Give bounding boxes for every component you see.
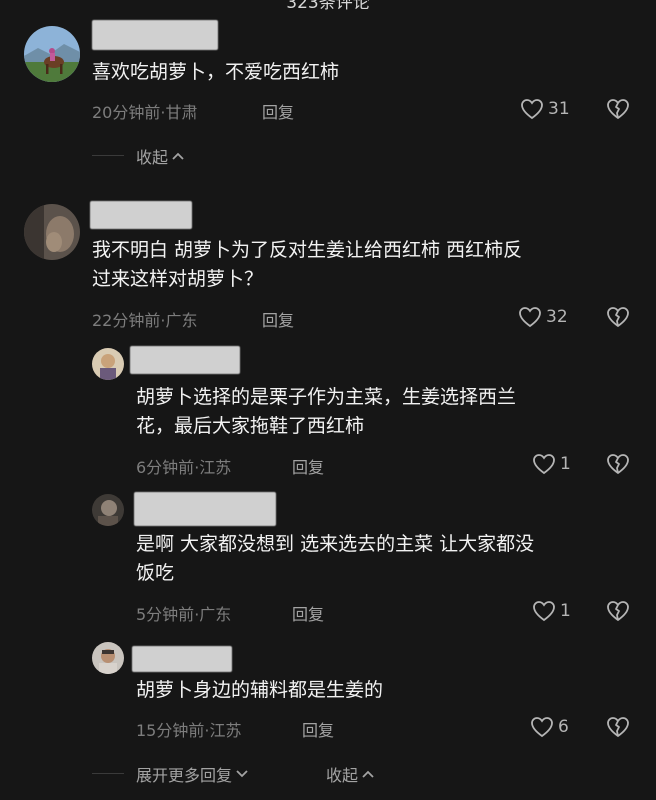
reply-button[interactable]: 回复 [302,717,334,741]
expand-more-label: 展开更多回复 [136,766,233,785]
broken-heart-icon [606,716,630,738]
avatar[interactable] [92,642,124,674]
dislike-button[interactable] [606,600,630,622]
like-button[interactable]: 31 [520,98,570,120]
dislike-button[interactable] [606,716,630,738]
collapse-label: 收起 [326,766,359,785]
comment-text-line: 花，最后大家拖鞋了西红柿 [136,415,365,437]
like-button[interactable]: 32 [518,306,568,328]
heart-outline-icon [532,600,556,622]
comment-text-line: 是啊 大家都没想到 选来选去的主菜 让大家都没 [136,533,535,555]
broken-heart-icon [606,306,630,328]
expand-more-replies-button[interactable]: 展开更多回复 [136,762,249,786]
like-count: 32 [546,307,568,327]
reply-button[interactable]: 回复 [262,99,294,123]
comment-time: 22分钟前 [92,311,161,330]
dislike-button[interactable] [606,453,630,475]
comment-location: 江苏 [209,721,242,740]
reply-button[interactable]: 回复 [292,454,324,478]
broken-heart-icon [606,453,630,475]
chevron-up-icon [361,769,375,779]
comment-location: 广东 [165,311,198,330]
comment-meta: 15分钟前·江苏 [136,717,241,741]
collapse-label: 收起 [136,148,169,167]
like-count: 31 [548,99,570,119]
avatar[interactable] [92,348,124,380]
comment-time: 20分钟前 [92,103,161,122]
broken-heart-icon [606,98,630,120]
comment-meta: 20分钟前·甘肃 [92,99,197,123]
comment-text: 胡萝卜身边的辅料都是生姜的 [136,676,383,705]
comment-text-line: 胡萝卜选择的是栗子作为主菜，生姜选择西兰 [136,386,517,408]
chevron-down-icon [235,769,249,779]
comments-count-title: 323条评论 [286,0,370,13]
broken-heart-icon [606,600,630,622]
username-redacted[interactable] [92,20,218,50]
collapse-divider [92,155,124,156]
comment-time: 6分钟前 [136,458,195,477]
comment-location: 广东 [199,605,232,624]
comment-time: 15分钟前 [136,721,205,740]
comment-location: 江苏 [199,458,232,477]
comment-text: 是啊 大家都没想到 选来选去的主菜 让大家都没 饭吃 [136,530,534,588]
reply-button[interactable]: 回复 [292,601,324,625]
like-button[interactable]: 1 [532,600,571,622]
username-redacted[interactable] [130,346,240,374]
like-count: 6 [558,717,569,737]
heart-outline-icon [518,306,542,328]
comment-text: 喜欢吃胡萝卜，不爱吃西红柿 [92,58,339,87]
like-button[interactable]: 1 [532,453,571,475]
avatar[interactable] [92,494,124,526]
comment-text-line: 饭吃 [136,562,175,584]
heart-outline-icon [532,453,556,475]
heart-outline-icon [520,98,544,120]
comment-text-line: 我不明白 胡萝卜为了反对生姜让给西红柿 西红柿反 [92,239,523,261]
reply-button[interactable]: 回复 [262,307,294,331]
username-redacted[interactable] [90,201,192,229]
comment-location: 甘肃 [165,103,198,122]
collapse-replies-button[interactable]: 收起 [136,144,185,168]
heart-outline-icon [530,716,554,738]
avatar[interactable] [24,204,80,260]
expand-divider [92,773,124,774]
comment-meta: 6分钟前·江苏 [136,454,231,478]
username-redacted[interactable] [134,492,276,526]
comment-meta: 22分钟前·广东 [92,307,197,331]
comment-text-line: 胡萝卜身边的辅料都是生姜的 [136,679,384,701]
dislike-button[interactable] [606,306,630,328]
comment-text: 胡萝卜选择的是栗子作为主菜，生姜选择西兰 花，最后大家拖鞋了西红柿 [136,383,516,441]
username-redacted[interactable] [132,646,232,672]
comment-text: 我不明白 胡萝卜为了反对生姜让给西红柿 西红柿反 过来这样对胡萝卜？ [92,236,522,294]
comment-meta: 5分钟前·广东 [136,601,231,625]
like-count: 1 [560,601,571,621]
avatar[interactable] [24,26,80,82]
like-button[interactable]: 6 [530,716,569,738]
comment-text-line: 过来这样对胡萝卜？ [92,268,264,290]
comment-time: 5分钟前 [136,605,195,624]
chevron-up-icon [171,151,185,161]
like-count: 1 [560,454,571,474]
comment-text-line: 喜欢吃胡萝卜，不爱吃西红柿 [92,61,340,83]
dislike-button[interactable] [606,98,630,120]
collapse-replies-button[interactable]: 收起 [326,762,375,786]
